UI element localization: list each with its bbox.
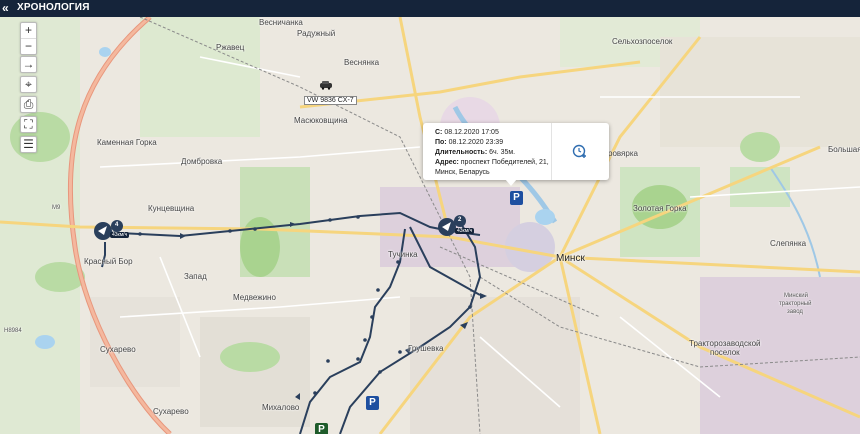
- place-label: Радужный: [297, 29, 336, 38]
- place-label: Кунцевщина: [148, 204, 195, 213]
- parking-marker[interactable]: P: [315, 423, 328, 434]
- print-control: ⎙: [20, 96, 37, 113]
- address-label: Адрес:: [435, 159, 459, 166]
- vehicle-car-icon[interactable]: [319, 80, 333, 90]
- place-label: Медвежино: [233, 293, 276, 302]
- place-label: Сухарево: [100, 345, 136, 354]
- place-label: Тучинка: [388, 250, 418, 259]
- to-label: По:: [435, 139, 447, 146]
- fullscreen-icon[interactable]: ⛶: [21, 117, 36, 132]
- place-label: поселок: [710, 348, 740, 357]
- place-label: тракторный: [779, 301, 812, 307]
- popup-content: С: 08.12.2020 17:05 По: 08.12.2020 23:39…: [435, 128, 553, 178]
- road-label: M9: [52, 205, 61, 211]
- parking-info-popup: С: 08.12.2020 17:05 По: 08.12.2020 23:39…: [423, 123, 609, 186]
- fullscreen-control: ⛶: [20, 116, 37, 133]
- place-label: завод: [787, 309, 803, 315]
- collapse-panel-icon[interactable]: «: [2, 1, 13, 15]
- list-control: ☰: [20, 136, 37, 153]
- place-label: Слепянка: [770, 239, 807, 248]
- marker-count: 2: [458, 217, 462, 223]
- popup-divider: [551, 123, 552, 180]
- locate-icon[interactable]: ⌖: [21, 77, 36, 92]
- print-icon[interactable]: ⎙: [21, 97, 36, 112]
- place-label: Запад: [184, 272, 207, 281]
- place-label: Михалово: [262, 403, 300, 412]
- place-label: Тракторозаводской: [689, 339, 761, 348]
- timeline-header: « ХРОНОЛОГИЯ: [0, 0, 860, 17]
- tool-control: →: [20, 56, 37, 73]
- header-title: ХРОНОЛОГИЯ: [17, 2, 90, 13]
- road-label: H8984: [4, 328, 22, 334]
- place-label: Весничанка: [259, 18, 303, 27]
- place-label: Каменная Горка: [97, 138, 157, 147]
- add-time-icon[interactable]: [571, 142, 589, 160]
- place-label: Сухарево: [153, 407, 189, 416]
- marker-speed: 43км/ч: [455, 228, 475, 234]
- marker-count: 4: [115, 222, 119, 228]
- vehicle-marker[interactable]: 2 43км/ч: [437, 213, 481, 241]
- place-label: Золотая Горка: [633, 204, 687, 213]
- place-label: ровярка: [608, 149, 638, 158]
- duration-value: 6ч. 35м.: [489, 149, 516, 156]
- zoom-control: + −: [20, 22, 37, 55]
- locate-control: ⌖: [20, 76, 37, 93]
- parking-marker[interactable]: P: [510, 191, 523, 205]
- to-value: 08.12.2020 23:39: [448, 139, 504, 146]
- arrow-icon[interactable]: →: [21, 57, 36, 72]
- place-label: Минский: [784, 293, 808, 299]
- from-value: 08.12.2020 17:05: [444, 129, 499, 136]
- place-label: Масюковщина: [294, 116, 348, 125]
- place-label: Сельхозпоселок: [612, 37, 673, 46]
- place-label: Веснянка: [344, 58, 380, 67]
- place-label: Домбровка: [181, 157, 223, 166]
- vehicle-marker-icon: [94, 220, 123, 240]
- duration-label: Длительность:: [435, 149, 488, 156]
- place-label: Большая: [828, 145, 860, 154]
- place-label: Грушевка: [408, 344, 444, 353]
- marker-speed: 43км/ч: [110, 232, 130, 238]
- from-label: С:: [435, 129, 443, 136]
- popup-pointer: [505, 179, 517, 186]
- vehicle-marker[interactable]: 4 43км/ч: [92, 217, 132, 245]
- list-icon[interactable]: ☰: [21, 137, 36, 152]
- zoom-out-button[interactable]: −: [21, 39, 36, 54]
- vehicle-plate-label: VW 9836 CX-7: [304, 96, 357, 105]
- place-label: Красный Бор: [84, 257, 133, 266]
- zoom-in-button[interactable]: +: [21, 23, 36, 39]
- place-label: Ржавец: [216, 43, 245, 52]
- parking-marker[interactable]: P: [366, 396, 379, 410]
- map-view[interactable]: + − → ⌖ ⎙ ⛶ ☰ Весничанка Радужный Ржавец…: [0, 17, 860, 434]
- city-label: Минск: [556, 253, 585, 264]
